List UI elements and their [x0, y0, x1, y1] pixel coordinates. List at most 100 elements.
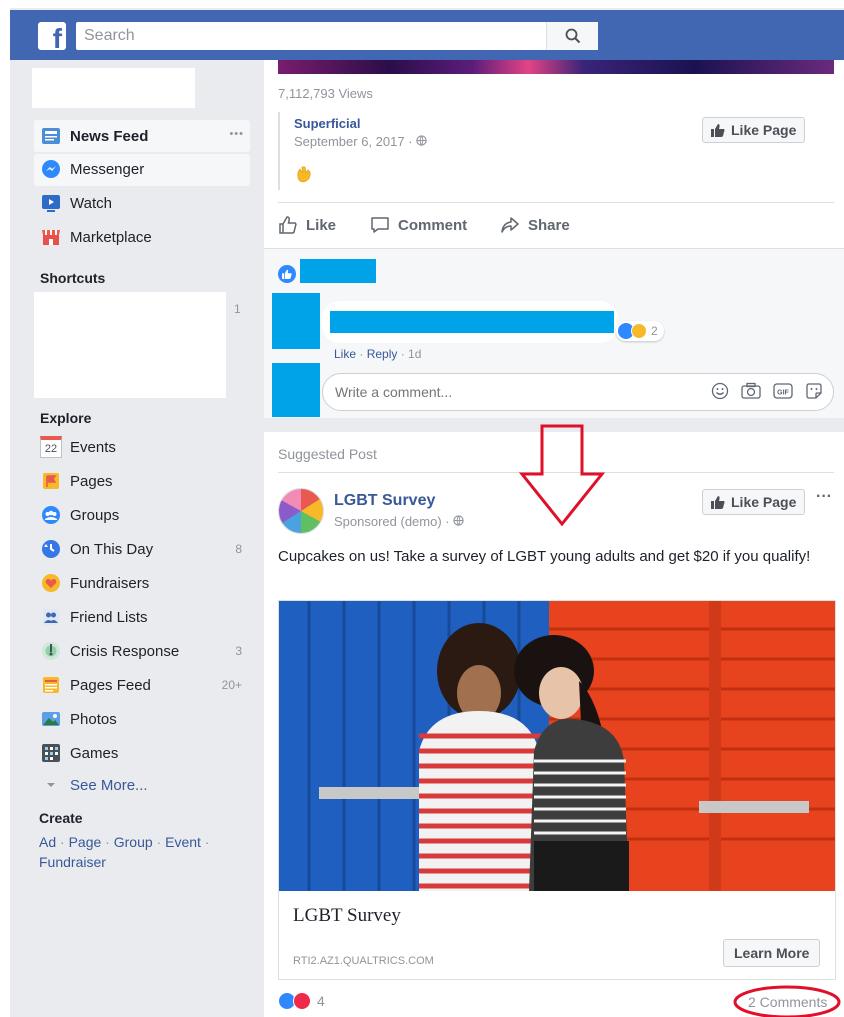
sidebar-item-photos[interactable]: Photos [40, 704, 250, 734]
redacted-commenter-avatar [272, 293, 320, 349]
see-more-link[interactable]: See More... [40, 770, 148, 800]
news-feed: 7,112,793 Views Superficial September 6,… [264, 60, 844, 1017]
sponsored-label[interactable]: Sponsored (demo) · [334, 514, 453, 529]
ad-image[interactable] [279, 601, 835, 891]
redacted-comment-text [330, 311, 614, 333]
sidebar-item-pages[interactable]: Pages [40, 466, 250, 496]
learn-more-button[interactable]: Learn More [723, 939, 821, 967]
like-page-label: Like Page [731, 494, 797, 510]
facebook-logo[interactable]: f [38, 22, 66, 53]
thumbs-up-outline-icon [279, 216, 297, 234]
sidebar-item-crisis-response[interactable]: Crisis Response 3 [40, 636, 250, 666]
sidebar-item-marketplace[interactable]: Marketplace [40, 222, 152, 252]
ad-link-domain: RTI2.AZ1.QUALTRICS.COM [293, 955, 434, 967]
watch-icon [40, 192, 62, 214]
top-bar: f [10, 8, 844, 60]
pages-feed-icon [40, 674, 62, 696]
create-page-link[interactable]: Page [69, 834, 102, 850]
comment-icon [371, 217, 389, 233]
sidebar-item-label: Watch [70, 194, 112, 212]
thumbs-up-icon [711, 124, 725, 137]
gif-icon[interactable]: GIF [773, 382, 793, 400]
sidebar-item-count: 20+ [221, 678, 242, 692]
search-input[interactable] [76, 22, 546, 50]
search-button[interactable] [546, 22, 598, 50]
see-more-label: See More... [70, 776, 148, 794]
create-group-link[interactable]: Group [114, 834, 153, 850]
sidebar-item-friend-lists[interactable]: Friend Lists [40, 602, 250, 632]
ad-photo-illustration [279, 601, 835, 891]
ad-link-card[interactable]: LGBT Survey RTI2.AZ1.QUALTRICS.COM Learn… [278, 600, 836, 980]
advertiser-avatar[interactable] [278, 488, 324, 534]
sidebar-item-news-feed[interactable]: News Feed ••• [34, 120, 250, 152]
like-page-button[interactable]: Like Page [702, 489, 806, 515]
source-date-row: September 6, 2017 · [294, 134, 427, 149]
create-links: Ad · Page · Group · Event · Fundraiser [39, 834, 210, 870]
profile-link-placeholder[interactable] [32, 68, 195, 108]
write-comment-input[interactable] [335, 382, 675, 402]
haha-reaction-icon [631, 323, 647, 339]
create-event-link[interactable]: Event [165, 834, 201, 850]
comment-button[interactable]: Comment [370, 203, 467, 247]
love-reaction-icon [293, 992, 311, 1010]
like-page-button[interactable]: Like Page [702, 117, 806, 143]
crisis-response-icon [40, 640, 62, 662]
sidebar-item-groups[interactable]: Groups [40, 500, 250, 530]
sidebar-item-pages-feed[interactable]: Pages Feed 20+ [40, 670, 250, 700]
video-thumbnail[interactable] [278, 60, 834, 74]
groups-icon [40, 504, 62, 526]
ad-link-title[interactable]: LGBT Survey [293, 905, 401, 927]
advertiser-name[interactable]: LGBT Survey [334, 492, 435, 510]
games-icon [40, 742, 62, 764]
create-ad-link[interactable]: Ad [39, 834, 56, 850]
share-icon [501, 217, 519, 233]
comment-bubble [322, 301, 618, 343]
search-icon [565, 28, 580, 44]
clapping-hands-icon [294, 164, 314, 187]
sidebar-item-fundraisers[interactable]: Fundraisers [40, 568, 250, 598]
sidebar-item-count: 8 [235, 542, 242, 556]
shortcuts-placeholder[interactable] [34, 292, 226, 398]
fundraisers-icon [40, 572, 62, 594]
source-date[interactable]: September 6, 2017 · [294, 134, 416, 149]
sidebar-item-messenger[interactable]: Messenger [40, 154, 144, 184]
like-button[interactable]: Like [278, 203, 336, 247]
comment-like-link[interactable]: Like [334, 347, 356, 361]
share-button[interactable]: Share [500, 203, 570, 247]
comment-reactions[interactable]: 2 [616, 321, 664, 341]
post-options-icon[interactable]: ··· [816, 488, 832, 506]
comment-meta: Like · Reply · 1d [334, 347, 422, 361]
sidebar-item-watch[interactable]: Watch [40, 188, 112, 218]
globe-icon [453, 515, 464, 526]
source-page-name[interactable]: Superficial [294, 116, 360, 131]
sidebar-item-label: Crisis Response [70, 642, 180, 660]
sidebar-item-games[interactable]: Games [40, 738, 250, 768]
emoji-icon[interactable] [711, 382, 729, 400]
shortcuts-heading: Shortcuts [40, 270, 106, 286]
sidebar-item-label: Pages [70, 472, 113, 490]
sidebar-item-on-this-day[interactable]: On This Day 8 [40, 534, 250, 564]
reaction-like-icon [278, 265, 296, 283]
sticker-icon[interactable] [805, 382, 823, 400]
create-heading: Create [39, 810, 83, 826]
pages-icon [40, 470, 62, 492]
redacted-user-avatar [272, 363, 320, 417]
post-reactions[interactable]: 4 [278, 992, 325, 1010]
reaction-count: 4 [317, 993, 325, 1009]
sidebar-item-events[interactable]: 22 Events [40, 432, 250, 462]
shared-source: Superficial September 6, 2017 · Like Pag… [278, 112, 834, 190]
comment-reply-link[interactable]: Reply [367, 347, 398, 361]
sidebar-item-label: Groups [70, 506, 120, 524]
globe-icon [416, 134, 427, 149]
news-feed-more-icon[interactable]: ••• [229, 128, 244, 140]
comments-section: 2 Like · Reply · 1d GIF [264, 248, 844, 418]
chevron-down-icon [40, 774, 62, 796]
thumbs-up-icon [711, 496, 725, 509]
svg-text:GIF: GIF [777, 390, 789, 397]
comment-time[interactable]: 1d [408, 347, 421, 361]
marketplace-icon [40, 226, 62, 248]
left-sidebar: News Feed ••• Messenger Watch Marketplac… [10, 60, 264, 1017]
camera-icon[interactable] [741, 382, 761, 400]
create-fundraiser-link[interactable]: Fundraiser [39, 854, 106, 870]
post-actions: Like Comment Share [278, 202, 834, 246]
